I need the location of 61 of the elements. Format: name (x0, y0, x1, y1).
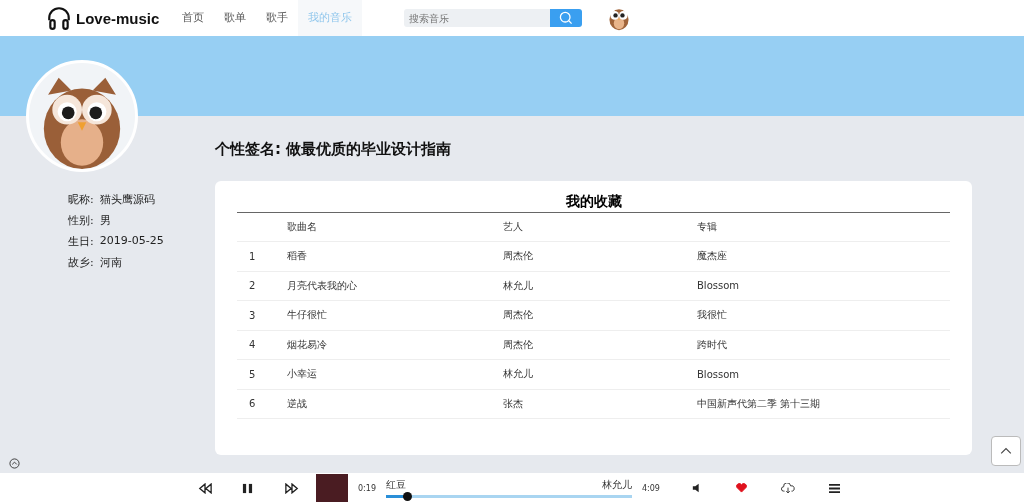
favorites-title: 我的收藏 (237, 193, 950, 213)
elapsed-time: 0:19 (358, 483, 376, 493)
fast-forward-icon[interactable] (285, 482, 299, 494)
album-cell: 跨时代 (696, 330, 950, 360)
song-cell[interactable]: 烟花易冷 (286, 330, 502, 360)
volume-icon[interactable] (691, 483, 702, 493)
album-cell: Blossom (696, 359, 950, 389)
song-cell[interactable]: 月亮代表我的心 (286, 271, 502, 301)
song-title: 红豆 (385, 478, 406, 492)
album-cell: 我很忙 (696, 300, 950, 330)
column-header: 歌曲名 (286, 213, 502, 242)
artist-cell: 周杰伦 (502, 241, 696, 271)
field-value: 2019-05-25 (99, 234, 164, 249)
song-cell[interactable]: 牛仔很忙 (286, 300, 502, 330)
field-value: 猫头鹰源码 (99, 192, 155, 207)
signature-text: 个性签名: 做最优质的毕业设计指南 (215, 140, 453, 160)
song-artist: 林允儿 (601, 478, 632, 492)
artist-cell: 周杰伦 (502, 330, 696, 360)
logo-text: Love-music (76, 9, 160, 27)
field-value: 河南 (99, 255, 122, 270)
headphones-icon (46, 5, 72, 31)
field-label: 故乡: (68, 255, 94, 270)
back-to-top-button[interactable] (991, 436, 1021, 466)
chevron-up-circle-icon[interactable] (9, 458, 20, 469)
nav-link[interactable]: 歌单 (214, 0, 256, 36)
search-icon (558, 10, 574, 26)
field-label: 性别: (68, 213, 94, 228)
nav-link[interactable]: 首页 (172, 0, 214, 36)
menu-icon[interactable] (828, 482, 840, 494)
row-index: 4 (237, 330, 286, 360)
field-value: 男 (99, 213, 111, 228)
rewind-icon[interactable] (198, 482, 212, 494)
duration-time: 4:09 (641, 483, 660, 493)
song-cell[interactable]: 稻香 (286, 241, 502, 271)
field-label: 昵称: (68, 192, 94, 207)
artist-cell: 周杰伦 (502, 300, 696, 330)
song-cell[interactable]: 小幸运 (286, 359, 502, 389)
column-header: 艺人 (502, 213, 696, 242)
search-field[interactable]: 搜索音乐 (404, 9, 550, 27)
album-cell: 中国新声代第二季 第十三期 (696, 389, 950, 419)
progress-thumb[interactable] (403, 492, 413, 501)
row-index: 2 (237, 271, 286, 301)
progress-track[interactable] (385, 495, 632, 498)
pause-icon[interactable] (242, 482, 253, 494)
row-index: 1 (237, 241, 286, 271)
row-index: 3 (237, 300, 286, 330)
nav-link[interactable]: 歌手 (256, 0, 298, 36)
column-header: 专辑 (696, 213, 950, 242)
field-label: 生日: (68, 234, 94, 249)
row-index: 5 (237, 359, 286, 389)
artist-cell: 林允儿 (502, 271, 696, 301)
row-index: 6 (237, 389, 286, 419)
album-cover-placeholder (316, 474, 348, 502)
artist-cell: 张杰 (502, 389, 696, 419)
album-cell: 魔杰座 (696, 241, 950, 271)
album-cell: Blossom (696, 271, 950, 301)
heart-icon[interactable] (735, 483, 747, 493)
search-button[interactable] (550, 9, 582, 27)
cloud-download-icon[interactable] (780, 482, 795, 494)
song-cell[interactable]: 逆战 (286, 389, 502, 419)
artist-cell: 林允儿 (502, 359, 696, 389)
